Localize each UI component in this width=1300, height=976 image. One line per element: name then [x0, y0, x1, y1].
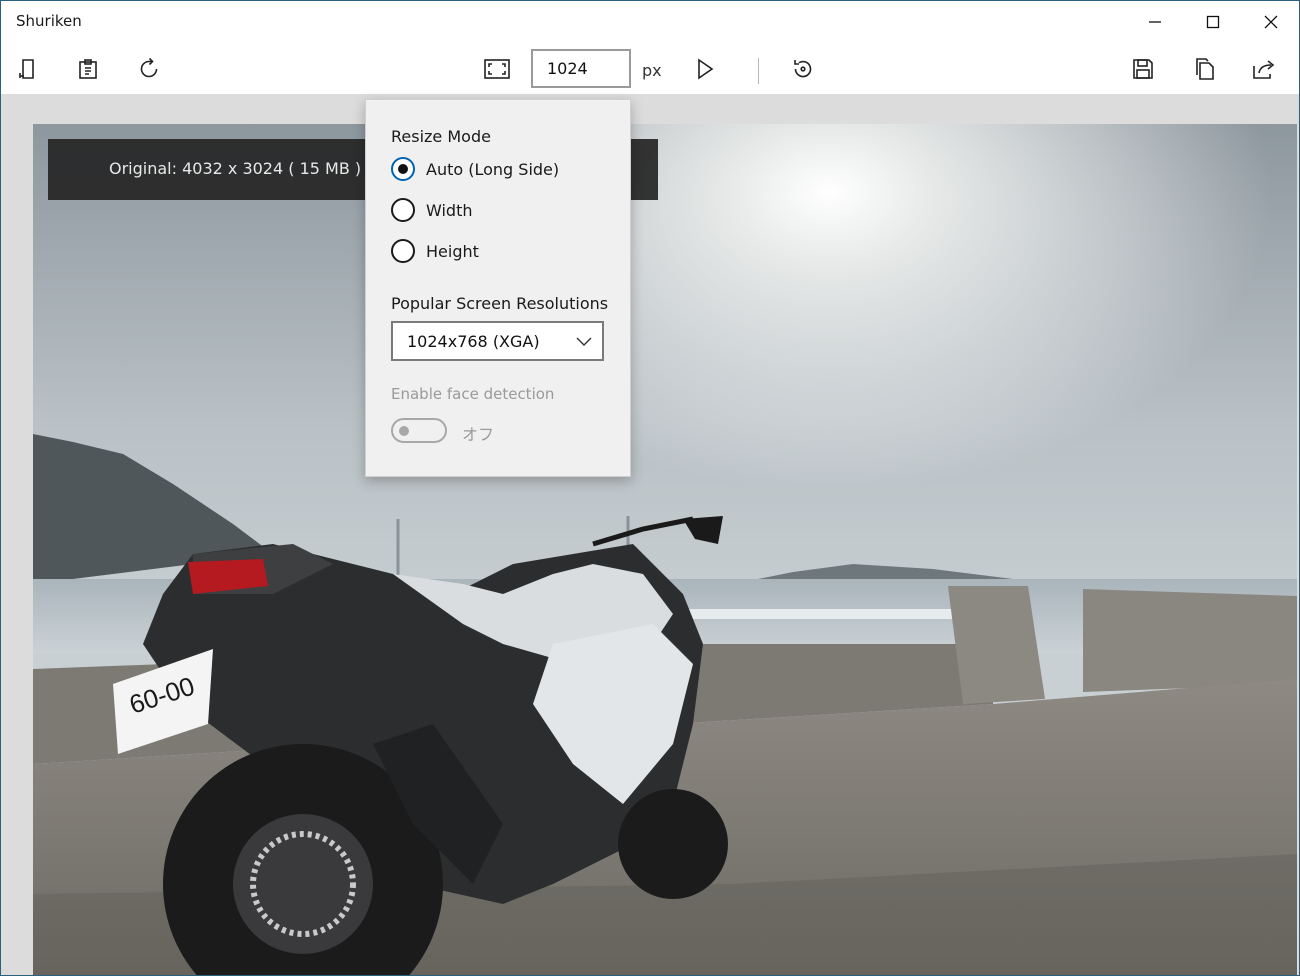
save-icon: [1133, 59, 1153, 79]
radio-indicator: [391, 198, 415, 222]
toolbar: 1024 px: [1, 43, 1299, 94]
chevron-down-icon: [576, 337, 592, 346]
resolution-selected-value: 1024x768 (XGA): [407, 332, 540, 351]
face-detection-toggle[interactable]: [391, 418, 447, 443]
reset-button[interactable]: [129, 49, 169, 89]
original-size-text: Original: 4032 x 3024 ( 15 MB ) –: [109, 159, 375, 178]
radio-indicator: [391, 239, 415, 263]
radio-width[interactable]: Width: [391, 197, 472, 223]
radio-selected-indicator: [391, 157, 415, 181]
close-button[interactable]: [1242, 1, 1299, 43]
minimize-icon: [1149, 21, 1161, 23]
history-button[interactable]: [783, 49, 823, 89]
radio-auto-long-side[interactable]: Auto (Long Side): [391, 156, 559, 182]
preview-photo: 60-00: [33, 124, 1297, 975]
toolbar-divider: [758, 58, 759, 84]
copy-icon: [1196, 58, 1214, 80]
size-input[interactable]: 1024: [531, 49, 631, 88]
unit-label: px: [642, 61, 662, 80]
radio-label: Height: [426, 241, 479, 261]
maximize-icon: [1206, 15, 1220, 29]
maximize-button[interactable]: [1184, 1, 1242, 43]
popular-resolutions-heading: Popular Screen Resolutions: [391, 294, 609, 313]
face-detection-state: オフ: [462, 425, 495, 444]
resize-options-flyout: Resize Mode Auto (Long Side) Width Heigh…: [365, 99, 631, 477]
image-canvas: 60-00: [1, 94, 1299, 975]
rotate-icon: [140, 57, 158, 78]
play-icon: [698, 58, 714, 80]
share-icon: [1253, 60, 1275, 79]
save-button[interactable]: [1123, 49, 1163, 89]
close-icon: [1264, 15, 1278, 29]
fit-screen-icon: [484, 59, 510, 79]
minimize-button[interactable]: [1126, 1, 1184, 43]
history-icon: [794, 60, 812, 78]
title-bar: Shuriken: [1, 1, 1299, 43]
resolution-dropdown[interactable]: 1024x768 (XGA): [391, 321, 604, 361]
new-button[interactable]: [8, 49, 48, 89]
copy-button[interactable]: [1184, 49, 1224, 89]
paste-icon: [79, 59, 97, 79]
resize-mode-heading: Resize Mode: [391, 127, 491, 146]
paste-button[interactable]: [68, 49, 108, 89]
run-button[interactable]: [685, 49, 725, 89]
new-window-icon: [19, 59, 34, 79]
fit-button[interactable]: [477, 49, 517, 89]
radio-height[interactable]: Height: [391, 238, 479, 264]
app-window: Shuriken 1024 px 60-00 Original: 4032 x …: [0, 0, 1300, 976]
window-title: Shuriken: [16, 12, 82, 30]
radio-label: Width: [426, 200, 473, 220]
toggle-knob: [399, 426, 409, 436]
share-button[interactable]: [1244, 49, 1284, 89]
radio-label: Auto (Long Side): [426, 159, 560, 179]
face-detection-label: Enable face detection: [391, 385, 555, 403]
